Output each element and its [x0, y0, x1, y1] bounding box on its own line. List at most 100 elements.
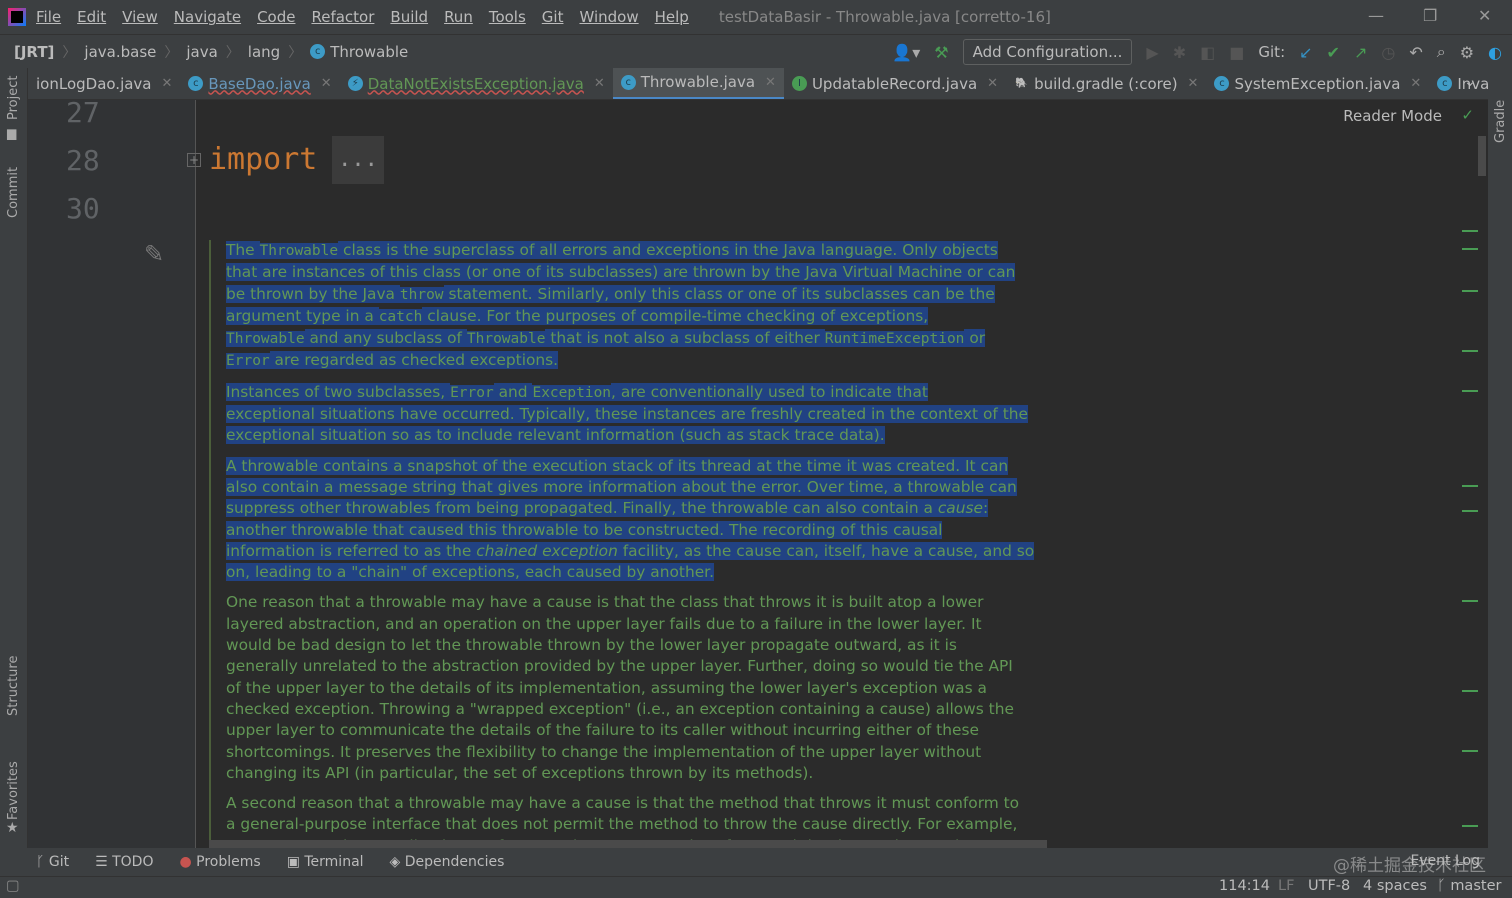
commit-tool-button[interactable]: Commit [6, 167, 21, 218]
menu-window[interactable]: Window [579, 8, 638, 26]
menu-navigate[interactable]: Navigate [174, 8, 241, 26]
class-icon: c [1214, 76, 1230, 91]
menu-edit[interactable]: Edit [77, 8, 106, 26]
restore-icon[interactable]: ❐ [1423, 6, 1437, 25]
menu-git[interactable]: Git [542, 8, 564, 26]
inspection-ok-icon: ✓ [1461, 106, 1474, 124]
chevron-down-icon[interactable]: ⌄ [1464, 74, 1476, 90]
gear-icon[interactable]: ⚙ [1460, 43, 1474, 62]
doc-text: cause [937, 499, 983, 518]
run-icon[interactable]: ▶ [1146, 43, 1158, 62]
menu-help[interactable]: Help [655, 8, 689, 26]
tab-label: UpdatableRecord.java [811, 74, 978, 93]
coverage-icon[interactable]: ◧ [1200, 43, 1215, 62]
close-tab-icon[interactable]: ✕ [765, 75, 776, 90]
vertical-scrollbar[interactable] [1478, 136, 1486, 176]
favorites-tool-button[interactable]: Favorites [6, 761, 21, 820]
git-branch[interactable]: ᚴ master [1437, 878, 1501, 894]
doc-line: checked exception. Throwing a "wrapped e… [226, 699, 1014, 720]
horizontal-scrollbar[interactable] [209, 840, 1047, 848]
todo-tool-button[interactable]: ☰ TODO [95, 854, 153, 870]
user-icon[interactable]: 👤▾ [892, 43, 920, 62]
line-number: 27 [66, 96, 100, 129]
menu-tools[interactable]: Tools [489, 8, 526, 26]
close-tab-icon[interactable]: ✕ [1188, 76, 1199, 91]
menu-run[interactable]: Run [444, 8, 473, 26]
javadoc-rendered: The Throwable class is the superclass of… [209, 240, 1035, 868]
breadcrumb-jrt[interactable]: [JRT] [14, 43, 54, 61]
change-marker [1462, 510, 1478, 512]
build-hammer-icon[interactable]: ⚒ [934, 43, 948, 62]
close-tab-icon[interactable]: ✕ [594, 76, 605, 91]
close-tab-icon[interactable]: ✕ [987, 76, 998, 91]
branch-icon: ᚴ [36, 854, 49, 870]
file-encoding[interactable]: UTF-8 [1308, 878, 1350, 894]
caret-position[interactable]: 114:14 [1219, 878, 1270, 894]
tab-throwable-java[interactable]: c Throwable.java ✕ [612, 68, 784, 99]
class-icon: c [310, 44, 326, 59]
project-tool-button[interactable]: Project [6, 76, 21, 120]
close-icon[interactable]: ✕ [1478, 6, 1491, 25]
indent-setting[interactable]: 4 spaces [1363, 878, 1427, 894]
tab-label: SystemException.java [1234, 74, 1401, 93]
doc-text: a general-purpose interface that does no… [226, 815, 1018, 834]
doc-text: on, leading to a "chain" of exceptions, … [226, 563, 714, 582]
code-editor[interactable]: + import ... Reader Mode ✓ The Throwable… [187, 100, 1488, 868]
close-tab-icon[interactable]: ✕ [1410, 76, 1421, 91]
code-reference: Throwable [226, 331, 305, 348]
intellij-logo-icon [8, 8, 26, 26]
breadcrumb-throwable[interactable]: Throwable [330, 43, 408, 61]
tool-window-toggle-icon[interactable]: ▢ [6, 878, 20, 894]
doc-text: information is referred to as the [226, 541, 477, 560]
git-commit-icon[interactable]: ✔ [1327, 43, 1340, 62]
reader-mode-button[interactable]: Reader Mode [1343, 107, 1442, 125]
git-push-icon[interactable]: ↗ [1354, 43, 1367, 62]
menu-refactor[interactable]: Refactor [311, 8, 374, 26]
search-icon[interactable]: ⌕ [1437, 42, 1446, 62]
doc-paragraph: One reason that a throwable may have a c… [226, 592, 1014, 784]
exception-icon: ⚡ [347, 76, 363, 91]
doc-text: argument type in a [226, 306, 379, 325]
git-history-icon[interactable]: ◷ [1381, 43, 1395, 62]
menu-code[interactable]: Code [257, 8, 295, 26]
git-update-icon[interactable]: ↙ [1299, 43, 1312, 62]
tab-invalidtokenexc[interactable]: cInvalidTokenExc✕ [1429, 68, 1488, 99]
error-icon: ● [179, 854, 197, 870]
pencil-icon[interactable]: ✎ [144, 240, 164, 268]
stop-icon[interactable]: ■ [1229, 43, 1244, 62]
debug-icon[interactable]: ✱ [1173, 43, 1186, 62]
terminal-tool-button[interactable]: ▣ Terminal [287, 854, 364, 870]
breadcrumb-java-base[interactable]: java.base [84, 43, 156, 61]
dependencies-tool-button[interactable]: ◈ Dependencies [390, 854, 505, 870]
gradle-tool-button[interactable]: Gradle [1493, 100, 1508, 143]
menu-file[interactable]: File [36, 8, 61, 26]
line-separator[interactable]: LF [1278, 878, 1294, 894]
minimize-icon[interactable]: — [1368, 6, 1384, 25]
tab-updatablerecord-java[interactable]: I UpdatableRecord.java ✕ [784, 68, 1006, 99]
breadcrumb-lang[interactable]: lang [248, 43, 280, 61]
breadcrumb-java[interactable]: java [186, 43, 217, 61]
tab-systemexception-java[interactable]: c SystemException.java ✕ [1206, 68, 1429, 99]
problems-tool-button[interactable]: ● Problems [179, 854, 260, 870]
git-tool-button[interactable]: ᚴ Git [36, 854, 69, 870]
navigation-bar: [JRT] 〉 java.base 〉 java 〉 lang 〉 c Throwable… [0, 34, 1512, 68]
doc-text: layered abstraction, and an operation on… [226, 614, 982, 633]
folded-imports[interactable]: ... [332, 136, 384, 184]
add-configuration-button[interactable]: Add Configuration... [962, 39, 1133, 65]
doc-text: of the upper layer to the details of its… [226, 678, 987, 697]
structure-tool-button[interactable]: Structure [6, 656, 21, 716]
change-marker [1462, 390, 1478, 392]
close-tab-icon[interactable]: ✕ [321, 76, 332, 91]
rollback-icon[interactable]: ↶ [1409, 43, 1422, 62]
doc-line: suppress other throwables from being pro… [226, 498, 999, 519]
code-with-me-icon[interactable]: ◐ [1488, 43, 1502, 62]
tab-basedao-java[interactable]: c BaseDao.java ✕ [180, 68, 339, 99]
close-tab-icon[interactable]: ✕ [162, 76, 173, 91]
tab-build-gradle-core-[interactable]: 🐘 build.gradle (:core) ✕ [1006, 68, 1206, 99]
tab-ionlogdao-java[interactable]: ionLogDao.java ✕ [28, 68, 180, 99]
menu-view[interactable]: View [122, 8, 158, 26]
fold-expand-icon[interactable]: + [187, 153, 201, 167]
gradle-icon: 🐘 [1015, 78, 1028, 89]
tab-datanotexistsexception-java[interactable]: ⚡ DataNotExistsException.java ✕ [340, 68, 613, 99]
menu-build[interactable]: Build [390, 8, 428, 26]
